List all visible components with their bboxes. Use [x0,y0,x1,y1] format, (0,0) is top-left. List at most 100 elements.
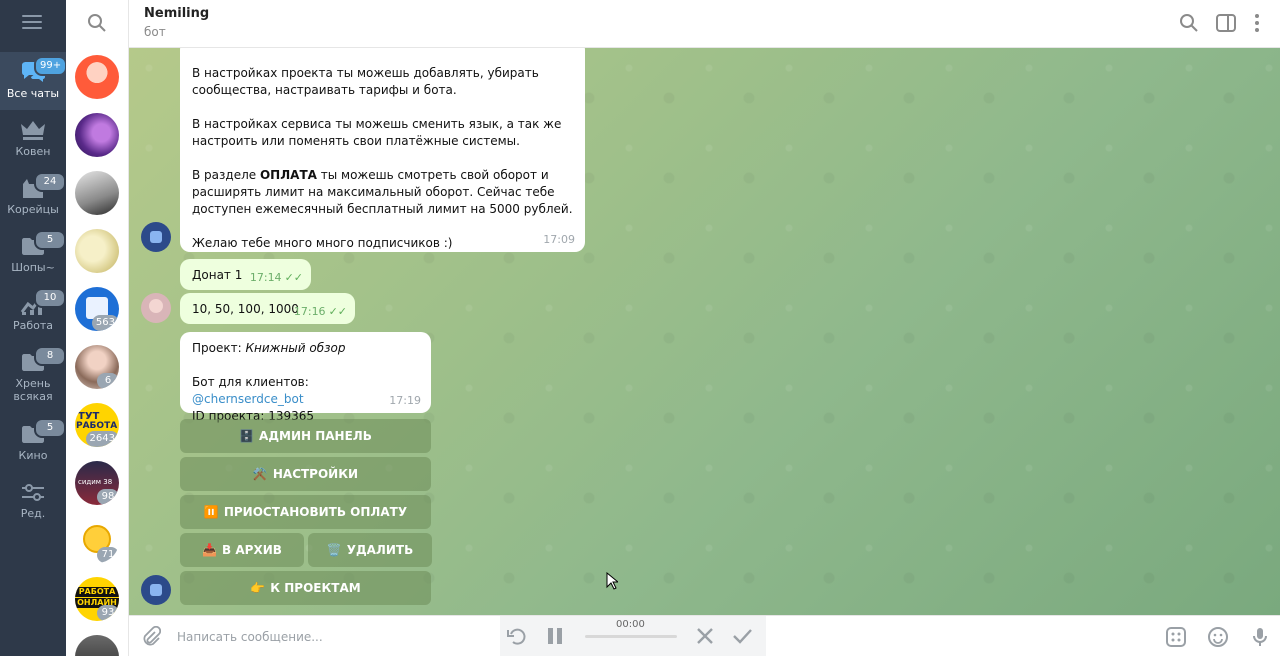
delete-button[interactable]: 🗑️ УДАЛИТЬ [308,533,432,567]
folder-label: Работа [12,319,54,332]
chat-header: Nemiling бот [129,0,1280,48]
message-time: 17:09 [543,233,575,246]
chat-unread-badge: 93 [97,605,119,621]
folder-work[interactable]: 10 Работа [0,284,66,342]
chat-unread-badge: 6 [97,373,119,389]
message-text: В разделе ОПЛАТА ты можешь смотреть свой… [192,168,573,216]
avatar-text: РАБОТА [75,587,119,597]
chat-subtitle: бот [144,25,166,39]
folder-badge: 5 [34,230,66,250]
pointing-hand-icon: 👉 [250,581,266,595]
chat-avatar[interactable]: сидим 38 98 [75,461,119,505]
cabinet-icon: 🗄️ [239,429,255,443]
trash-icon: 🗑️ [326,543,342,557]
more-vertical-icon[interactable] [1246,12,1268,34]
folder-label: Ковен [15,145,51,158]
folder-badge: 8 [34,346,66,366]
check-icon[interactable] [731,625,753,647]
chat-unread-badge: 98 [97,489,119,505]
chat-avatar[interactable]: ТУТ РАБОТА 2643 [75,403,119,447]
message-time: 17:16 ✓✓ [293,305,347,318]
chat-avatar[interactable] [75,635,119,656]
bot-avatar[interactable] [141,575,171,605]
bot-link[interactable]: @chernserdce_bot [192,392,304,406]
hamburger-icon[interactable] [22,15,42,29]
message-text: Проект: Книжный обзор [192,341,346,355]
sliders-icon [22,484,44,501]
bot-message[interactable]: Проект: Книжный обзор Бот для клиентов: … [180,332,431,423]
message-input[interactable]: Написать сообщение... [177,630,323,644]
voice-timer: 00:00 [616,619,645,630]
message-text: Желаю тебе много много подписчиков :) [192,236,453,250]
message-time: 17:14 ✓✓ [249,271,303,284]
chat-avatar[interactable] [75,55,119,99]
chat-unread-badge: 563 [91,315,119,331]
microphone-icon[interactable] [1249,626,1271,648]
chat-avatar[interactable] [75,113,119,157]
outgoing-message[interactable]: 10, 50, 100, 1000 17:16 ✓✓ [180,293,355,324]
pause-icon: ⏸️ [203,505,219,519]
chat-avatar[interactable]: 6 [75,345,119,389]
folder-label: Все чаты [6,87,60,100]
message-text: В настройках проекта ты можешь добавлять… [192,66,539,97]
voice-progress[interactable] [585,635,677,638]
chat-avatar[interactable] [75,171,119,215]
folder-label: Корейцы [7,203,59,216]
chat-avatar[interactable]: 71 [75,519,119,563]
chat-unread-badge: 71 [97,547,119,563]
chat-unread-badge: 2643 [85,431,119,447]
avatar-text: РАБОТА [76,421,118,431]
read-ticks-icon: ✓✓ [328,305,347,318]
folder-koreans[interactable]: 24 Корейцы [0,168,66,226]
message-time: 17:19 [389,394,421,407]
message-text: В настройках сервиса ты можешь сменить я… [192,117,562,148]
undo-icon[interactable] [506,625,528,647]
folder-label: Хрень всякая [13,377,53,403]
to-projects-button[interactable]: 👉 К ПРОЕКТАМ [180,571,431,605]
pause-icon[interactable] [544,625,566,647]
search-icon[interactable] [1178,12,1200,34]
avatar-text: сидим 38 [78,478,113,486]
inbox-icon: 📥 [202,543,218,557]
admin-panel-button[interactable]: 🗄️ АДМИН ПАНЕЛЬ [180,419,431,453]
folder-badge: 99+ [34,56,68,76]
chat-avatar[interactable]: РАБОТА ОНЛАЙН 93 [75,577,119,621]
folder-shops[interactable]: 5 Шопы~ [0,226,66,284]
message-composer: Написать сообщение... 00:00 [129,615,1280,656]
mouse-cursor-icon [606,572,618,590]
read-ticks-icon: ✓✓ [284,271,303,284]
bot-message[interactable]: В настройках проекта ты можешь добавлять… [180,48,585,252]
chat-avatar[interactable] [75,229,119,273]
bot-avatar[interactable] [141,222,171,252]
search-icon[interactable] [87,13,107,33]
tools-icon: ⚒️ [252,467,268,481]
paperclip-icon[interactable] [141,626,161,648]
folder-label: Шопы~ [11,261,55,274]
folder-movies[interactable]: 5 Кино [0,414,66,472]
close-icon[interactable] [694,625,716,647]
folder-badge: 24 [34,172,66,192]
folder-all-chats[interactable]: 99+ Все чаты [0,52,68,110]
voice-player: 00:00 [500,616,766,656]
folder-label: Ред. [20,507,46,520]
emoji-icon[interactable] [1207,626,1229,648]
pause-payment-button[interactable]: ⏸️ ПРИОСТАНОВИТЬ ОПЛАТУ [180,495,431,529]
message-text: Бот для клиентов: @chernserdce_bot [192,375,309,406]
user-avatar[interactable] [141,293,171,323]
folder-misc[interactable]: 8 Хрень всякая [0,342,66,408]
chat-history: В настройках проекта ты можешь добавлять… [129,48,1280,615]
folder-edit[interactable]: Ред. [0,472,66,530]
folder-label: Кино [18,449,48,462]
bot-commands-icon[interactable] [1165,626,1187,648]
folder-badge: 5 [34,418,66,438]
settings-button[interactable]: ⚒️ НАСТРОЙКИ [180,457,431,491]
archive-button[interactable]: 📥 В АРХИВ [180,533,304,567]
chat-avatar[interactable]: 563 [75,287,119,331]
crown-icon [21,121,45,140]
outgoing-message[interactable]: Донат 1 17:14 ✓✓ [180,259,311,290]
chat-list: 563 6 ТУТ РАБОТА 2643 сидим 38 98 71 РАБ… [66,0,129,656]
sidebar-toggle-icon[interactable] [1215,12,1237,34]
folder-coven[interactable]: Ковен [0,110,66,168]
folder-badge: 10 [34,288,66,308]
chat-title[interactable]: Nemiling [144,6,209,21]
